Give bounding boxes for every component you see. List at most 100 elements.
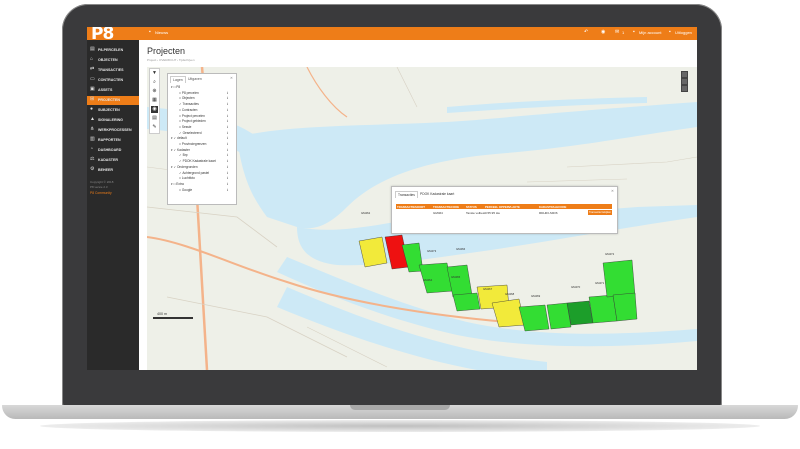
legend-row[interactable]: □ Provinciegrenzen <box>179 142 206 147</box>
footer-version: P8 versie 2.3 <box>90 185 108 189</box>
sidebar-item-rapporten[interactable]: ▥ RAPPORTEN <box>87 136 139 145</box>
legend-row[interactable]: ✓ Brp <box>179 153 188 158</box>
parcel-label: GM472 <box>605 252 615 256</box>
legend-label: PDOK Kadastrale kaart <box>182 159 216 164</box>
community-link[interactable]: P8 Community <box>90 191 112 195</box>
layers-icon[interactable]: ▦ <box>151 97 158 104</box>
info-icon[interactable]: ℹ <box>227 119 228 123</box>
legend-row[interactable]: ▾ □ Extra <box>171 182 184 187</box>
info-icon[interactable]: ℹ <box>227 171 228 175</box>
popup-tab-transacties[interactable]: Transacties <box>395 191 418 198</box>
parcel-label: GM464 <box>423 278 433 282</box>
sidebar-item-werkprocessen[interactable]: ⋔ WERKPROCESSEN <box>87 126 139 135</box>
info-icon[interactable]: ℹ <box>227 165 228 169</box>
breadcrumb-item[interactable]: Project <box>147 58 156 62</box>
info-icon[interactable]: ℹ <box>227 182 228 186</box>
measure-icon[interactable]: ✎ <box>151 124 158 131</box>
print-icon[interactable]: ▤ <box>151 115 158 122</box>
legend-label: Transacties <box>182 102 199 107</box>
pin-icon[interactable]: ⊕ <box>151 88 158 95</box>
info-icon[interactable]: ℹ <box>227 114 228 118</box>
location-icon[interactable]: ◉ <box>151 106 158 113</box>
sidebar-item-dashboard[interactable]: ◔ DASHBOARD <box>87 146 139 155</box>
help-icon[interactable]: ◉ <box>601 29 605 35</box>
legend-row[interactable]: □ Contracten <box>179 108 197 113</box>
tab-uitgaven[interactable]: Uitgaven <box>186 76 204 82</box>
home-icon: ⌂ <box>90 56 94 62</box>
legend-row[interactable]: □ Google <box>179 188 192 193</box>
parcel-label: GM473 <box>427 249 437 253</box>
info-icon[interactable]: ℹ <box>227 102 228 106</box>
breadcrumb-item[interactable]: Tijdschijven <box>179 58 195 62</box>
legend-row[interactable]: □ Project gebieden <box>179 119 206 124</box>
legend-row[interactable]: □ P8 percelen <box>179 91 199 96</box>
view-transaction-button[interactable]: Transactie bekijken <box>588 210 612 215</box>
legend-row[interactable]: □ Project percelen <box>179 114 205 119</box>
map-print-icon[interactable] <box>681 85 688 92</box>
sidebar-item-kadaster[interactable]: ⚖ KADASTER <box>87 156 139 165</box>
popup-close-icon[interactable]: ✕ <box>611 189 614 193</box>
sidebar-item-projecten[interactable]: ⊞ PROJECTEN <box>87 96 139 105</box>
legend-row[interactable]: ▾ ✓ Kadaster <box>171 148 190 153</box>
info-icon[interactable]: ℹ <box>227 125 228 129</box>
map-fullscreen-icon[interactable] <box>681 78 688 85</box>
map-layer-control-icon[interactable] <box>681 71 688 78</box>
info-icon[interactable]: ℹ <box>227 96 228 100</box>
zoom-search-icon[interactable]: ⌕ <box>151 79 158 86</box>
workflow-icon: ⋔ <box>90 126 95 132</box>
logout-link[interactable]: Uitloggen <box>675 30 692 35</box>
exchange-icon: ⇄ <box>90 66 95 72</box>
info-icon[interactable]: ℹ <box>227 108 228 112</box>
parcel-label: GM466 <box>456 247 466 251</box>
legend-label: P8 <box>176 85 181 89</box>
sidebar-item-transacties[interactable]: ⇄ TRANSACTIES <box>87 66 139 75</box>
breadcrumb: Project › OVERZICHT › Tijdschijven <box>147 58 195 62</box>
sidebar-item-signalering[interactable]: ▲ SIGNALERING <box>87 116 139 125</box>
mail-icon[interactable]: ✉ <box>615 29 619 35</box>
parcel-label: GM470 <box>571 285 581 289</box>
sidebar-item-contracten[interactable]: ▭ CONTRACTEN <box>87 76 139 85</box>
mail-count-badge: 1 <box>622 30 625 35</box>
legend-label: P8 percelen <box>181 90 199 95</box>
info-icon[interactable]: ℹ <box>227 142 228 146</box>
info-icon[interactable]: ℹ <box>227 159 228 163</box>
popup-tab-pdok[interactable]: PDOK Kadastrale kaart <box>418 191 456 197</box>
column-header: TRANSACTIECODE <box>433 205 460 209</box>
legend-label: Contracten <box>181 107 198 112</box>
top-bar: P8 ▪ Nieuws ↶ ◉ ✉ 1 ▪ Mijn account ▪ Uit… <box>87 27 697 44</box>
legend-row[interactable]: ▾ □ P8 <box>171 85 180 90</box>
column-header: TRANSACTIESOORT <box>397 205 425 209</box>
undo-icon[interactable]: ↶ <box>584 29 588 35</box>
info-icon[interactable]: ℹ <box>227 91 228 95</box>
legend-label: Geselecteerd <box>182 130 202 135</box>
legend-row[interactable]: ▾ ✓ default <box>171 136 187 141</box>
info-icon[interactable]: ℹ <box>227 131 228 135</box>
sidebar-item-subjecten[interactable]: ● SUBJECTEN <box>87 106 139 115</box>
legend-row[interactable]: □ Objecten <box>179 96 195 101</box>
sidebar-item-p8-percelen[interactable]: ▤ P8-PERCELEN <box>87 46 139 55</box>
sidebar-item-objecten[interactable]: ⌂ OBJECTEN <box>87 56 139 65</box>
legend-row[interactable]: ▾ ✓ Ondergronden <box>171 165 198 170</box>
news-link[interactable]: Nieuws <box>155 30 168 35</box>
legend-row[interactable]: ✓ PDOK Kadastrale kaart <box>179 159 216 164</box>
legend-label: Google <box>181 187 193 192</box>
legend-row[interactable]: ✓ Geselecteerd <box>179 131 202 136</box>
legend-row[interactable]: □ Luchtfoto <box>179 176 195 181</box>
sidebar-item-assets[interactable]: ▣ ASSETS <box>87 86 139 95</box>
info-icon[interactable]: ℹ <box>227 188 228 192</box>
table-cell: RDH03-S9O6 <box>539 211 558 215</box>
legend-row[interactable]: ✓ Achtergrond pastel <box>179 171 209 176</box>
sidebar-item-beheer[interactable]: ⚙ BEHEER <box>87 166 139 175</box>
tab-lagen[interactable]: Lagen <box>170 76 186 83</box>
close-icon[interactable]: ✕ <box>230 76 233 80</box>
filter-icon[interactable]: ▼ <box>151 70 158 77</box>
info-icon[interactable]: ℹ <box>227 148 228 152</box>
info-icon[interactable]: ℹ <box>227 136 228 140</box>
breadcrumb-item[interactable]: OVERZICHT <box>159 58 176 62</box>
my-account-link[interactable]: Mijn account <box>639 30 661 35</box>
legend-row[interactable]: ✓ Transacties <box>179 102 199 107</box>
legend-row[interactable]: □ Sessie <box>179 125 191 130</box>
p8-logo[interactable]: P8 <box>91 27 141 44</box>
info-icon[interactable]: ℹ <box>227 153 228 157</box>
info-icon[interactable]: ℹ <box>227 176 228 180</box>
